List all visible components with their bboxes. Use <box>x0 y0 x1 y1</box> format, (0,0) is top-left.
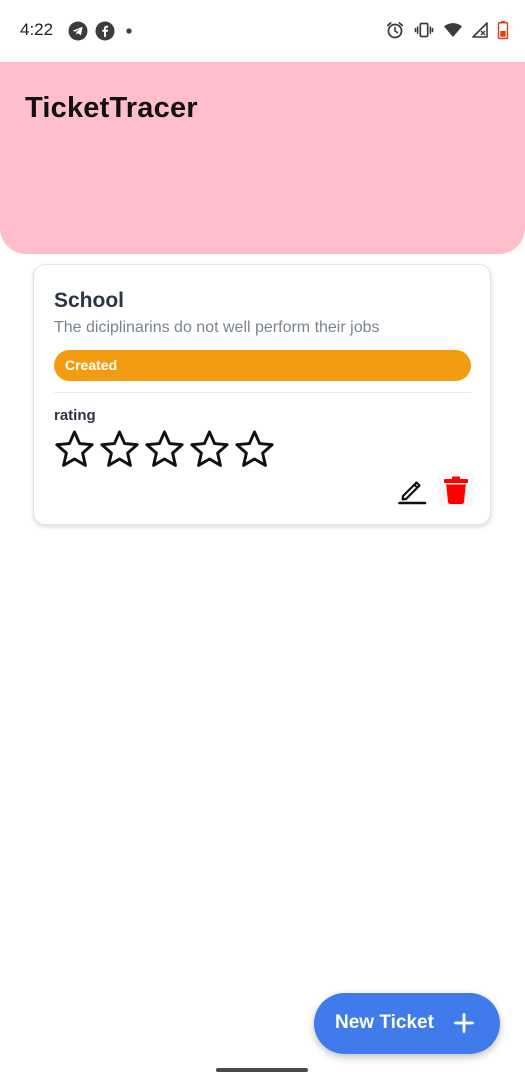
edit-button[interactable] <box>395 473 429 507</box>
app-header: TicketTracer <box>0 62 525 254</box>
star-icon[interactable] <box>234 429 275 474</box>
star-icon[interactable] <box>189 429 230 474</box>
plus-icon <box>454 1013 474 1033</box>
gesture-nav-handle[interactable] <box>216 1068 308 1072</box>
new-ticket-button[interactable]: New Ticket <box>314 993 500 1054</box>
status-badge: Created <box>54 350 471 381</box>
signal-icon <box>472 20 488 40</box>
battery-icon <box>497 20 509 40</box>
app-title: TicketTracer <box>25 92 198 124</box>
notification-dot-icon <box>122 21 136 41</box>
star-icon[interactable] <box>54 429 95 474</box>
edit-icon <box>397 475 427 505</box>
status-bar: 4:22 <box>0 0 525 62</box>
ticket-card[interactable]: School The diciplinarins do not well per… <box>33 264 491 525</box>
star-icon[interactable] <box>99 429 140 474</box>
card-divider <box>54 392 471 393</box>
status-system-icons <box>385 20 509 40</box>
alarm-icon <box>385 20 405 40</box>
star-icon[interactable] <box>144 429 185 474</box>
rating-label: rating <box>54 407 96 424</box>
trash-icon <box>443 475 469 505</box>
wifi-icon <box>443 20 463 40</box>
ticket-title: School <box>54 289 125 312</box>
delete-button[interactable] <box>438 473 474 507</box>
star-rating <box>54 429 275 474</box>
new-ticket-label: New Ticket <box>335 1012 434 1033</box>
status-notification-icons <box>68 21 136 41</box>
telegram-icon <box>68 21 88 41</box>
ticket-description: The diciplinarins do not well perform th… <box>54 319 380 336</box>
status-time: 4:22 <box>20 20 54 39</box>
vibrate-icon <box>414 20 434 40</box>
facebook-icon <box>95 21 115 41</box>
